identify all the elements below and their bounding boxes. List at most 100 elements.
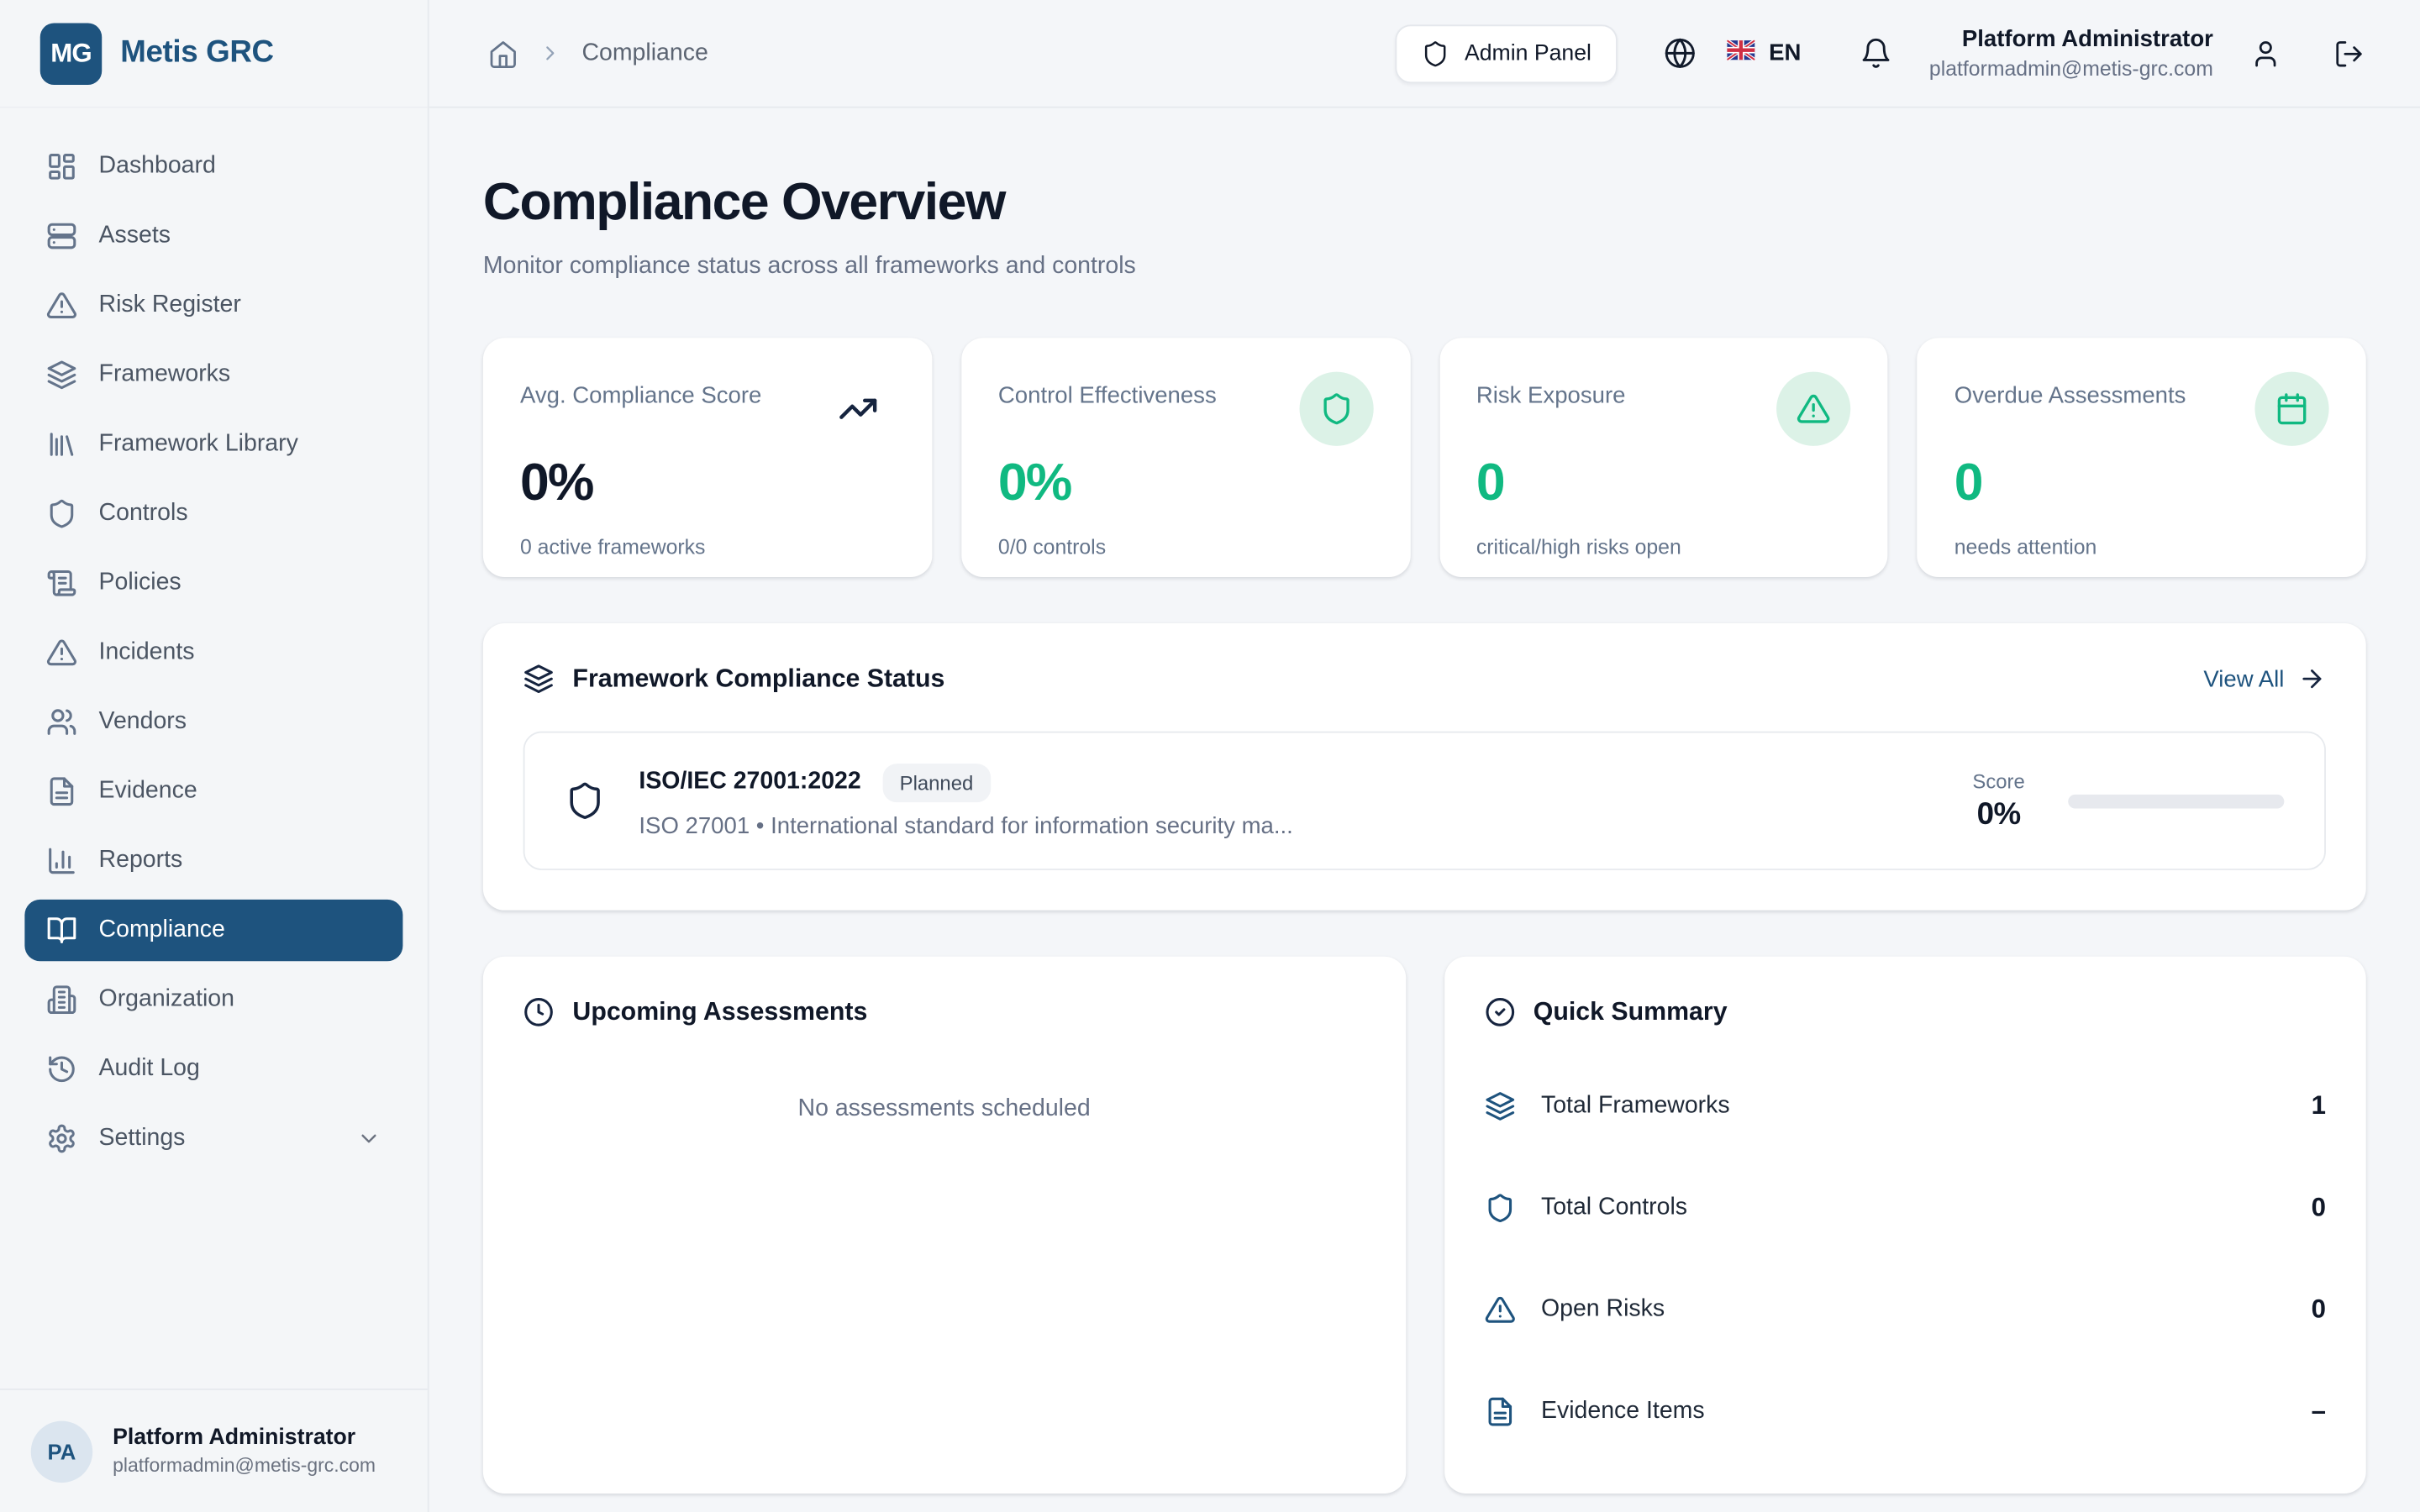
clock-icon: [523, 997, 555, 1028]
brand[interactable]: MG Metis GRC: [0, 0, 428, 108]
sidebar-user-email: platformadmin@metis-grc.com: [113, 1455, 376, 1477]
alert-triangle-icon: [1777, 372, 1851, 446]
framework-description: ISO 27001 • International standard for i…: [639, 812, 1292, 838]
sidebar-user-footer: PA Platform Administrator platformadmin@…: [0, 1389, 428, 1512]
page-title: Compliance Overview: [483, 175, 2366, 232]
stat-value: 0: [1476, 454, 1851, 514]
sidebar-item-label: Reports: [99, 847, 183, 874]
score-progress-bar: [2068, 794, 2284, 808]
summary-row-evidence-items: Evidence Items –: [1484, 1361, 2326, 1462]
library-icon: [46, 429, 77, 460]
upcoming-assessments-panel: Upcoming Assessments No assessments sche…: [483, 957, 1405, 1494]
history-icon: [46, 1053, 77, 1084]
quick-summary-list: Total Frameworks 1 Total Controls 0 Open…: [1484, 1055, 2326, 1462]
server-icon: [46, 221, 77, 252]
summary-value: 0: [2312, 1294, 2326, 1326]
file-text-icon: [1484, 1396, 1515, 1427]
sidebar: MG Metis GRC Dashboard Assets Risk Regis…: [0, 0, 429, 1512]
shield-icon: [46, 498, 77, 529]
layout-dashboard-icon: [46, 151, 77, 182]
uk-flag-icon: [1728, 40, 1755, 66]
topbar-actions: Admin Panel EN Platform Administrator pl…: [1395, 24, 2365, 82]
sidebar-item-label: Vendors: [99, 708, 187, 736]
sidebar-nav: Dashboard Assets Risk Register Framework…: [0, 108, 428, 1389]
settings-icon: [46, 1123, 77, 1154]
framework-compliance-panel: Framework Compliance Status View All ISO…: [483, 623, 2366, 911]
score-label: Score: [1972, 769, 2024, 793]
sidebar-item-compliance[interactable]: Compliance: [24, 900, 402, 961]
sidebar-item-audit-log[interactable]: Audit Log: [24, 1038, 402, 1100]
sidebar-item-policies[interactable]: Policies: [24, 553, 402, 614]
bottom-row: Upcoming Assessments No assessments sche…: [483, 957, 2366, 1494]
alert-triangle-icon: [46, 290, 77, 321]
file-text-icon: [46, 776, 77, 807]
stat-card-avg-compliance-score: Avg. Compliance Score 0% 0 active framew…: [483, 338, 932, 577]
sidebar-item-evidence[interactable]: Evidence: [24, 761, 402, 822]
sidebar-item-frameworks[interactable]: Frameworks: [24, 344, 402, 406]
alert-triangle-icon: [46, 638, 77, 669]
sidebar-item-label: Dashboard: [99, 153, 216, 181]
home-icon[interactable]: [487, 38, 518, 69]
stat-value: 0%: [998, 454, 1373, 514]
stat-card-risk-exposure: Risk Exposure 0 critical/high risks open: [1439, 338, 1888, 577]
stat-value: 0%: [520, 454, 895, 514]
sidebar-item-assets[interactable]: Assets: [24, 205, 402, 266]
sidebar-item-label: Framework Library: [99, 430, 298, 458]
sidebar-user-name: Platform Administrator: [113, 1425, 376, 1450]
stat-caption: critical/high risks open: [1476, 535, 1851, 559]
book-open-icon: [46, 915, 77, 946]
sidebar-item-framework-library[interactable]: Framework Library: [24, 413, 402, 475]
app-window: MG Metis GRC Dashboard Assets Risk Regis…: [0, 0, 2420, 1512]
sidebar-item-label: Incidents: [99, 638, 195, 666]
sidebar-item-label: Risk Register: [99, 291, 241, 319]
user-name: Platform Administrator: [1929, 26, 2213, 52]
layers-icon: [46, 360, 77, 391]
admin-panel-button[interactable]: Admin Panel: [1395, 24, 1618, 82]
topbar: Compliance Admin Panel EN Platform: [429, 0, 2420, 108]
framework-name: ISO/IEC 27001:2022: [639, 769, 860, 796]
panel-title: Quick Summary: [1534, 997, 1728, 1026]
summary-row-open-risks: Open Risks 0: [1484, 1259, 2326, 1361]
summary-row-total-frameworks: Total Frameworks 1: [1484, 1055, 2326, 1157]
shield-icon: [1299, 372, 1373, 446]
check-circle-icon: [1484, 997, 1515, 1028]
sidebar-item-vendors[interactable]: Vendors: [24, 691, 402, 753]
sidebar-item-label: Assets: [99, 222, 171, 249]
user-menu[interactable]: Platform Administrator platformadmin@met…: [1929, 26, 2213, 80]
bell-icon[interactable]: [1860, 37, 1892, 70]
sidebar-item-label: Compliance: [99, 916, 225, 944]
sidebar-item-controls[interactable]: Controls: [24, 483, 402, 544]
stat-label: Risk Exposure: [1476, 372, 1626, 409]
summary-label: Total Controls: [1541, 1194, 1687, 1222]
admin-panel-label: Admin Panel: [1465, 41, 1591, 66]
sidebar-item-reports[interactable]: Reports: [24, 830, 402, 891]
stat-card-control-effectiveness: Control Effectiveness 0% 0/0 controls: [961, 338, 1410, 577]
user-icon[interactable]: [2250, 38, 2281, 69]
framework-row-iso-27001[interactable]: ISO/IEC 27001:2022 Planned ISO 27001 • I…: [523, 732, 2326, 870]
breadcrumb: Compliance: [487, 38, 708, 69]
sidebar-item-label: Organization: [99, 986, 234, 1014]
view-all-link[interactable]: View All: [2203, 665, 2326, 693]
summary-value: 0: [2312, 1193, 2326, 1224]
sidebar-item-risk-register[interactable]: Risk Register: [24, 275, 402, 336]
sidebar-item-settings[interactable]: Settings: [24, 1108, 402, 1169]
shield-icon: [565, 780, 605, 821]
panel-title: Upcoming Assessments: [572, 997, 867, 1026]
summary-label: Evidence Items: [1541, 1398, 1705, 1425]
stat-value: 0: [1954, 454, 2329, 514]
language-code: EN: [1769, 40, 1801, 66]
language-selector[interactable]: EN: [1728, 40, 1802, 66]
logout-icon[interactable]: [2333, 38, 2365, 69]
sidebar-item-label: Evidence: [99, 778, 197, 806]
summary-row-total-controls: Total Controls 0: [1484, 1158, 2326, 1259]
stat-caption: 0/0 controls: [998, 535, 1373, 559]
score-value: 0%: [1972, 797, 2024, 832]
sidebar-item-incidents[interactable]: Incidents: [24, 622, 402, 683]
globe-icon[interactable]: [1664, 37, 1697, 70]
page-subtitle: Monitor compliance status across all fra…: [483, 253, 2366, 281]
sidebar-item-label: Controls: [99, 500, 188, 528]
shield-icon: [1484, 1193, 1515, 1224]
sidebar-item-dashboard[interactable]: Dashboard: [24, 136, 402, 197]
sidebar-item-organization[interactable]: Organization: [24, 969, 402, 1030]
sidebar-item-label: Policies: [99, 570, 182, 597]
